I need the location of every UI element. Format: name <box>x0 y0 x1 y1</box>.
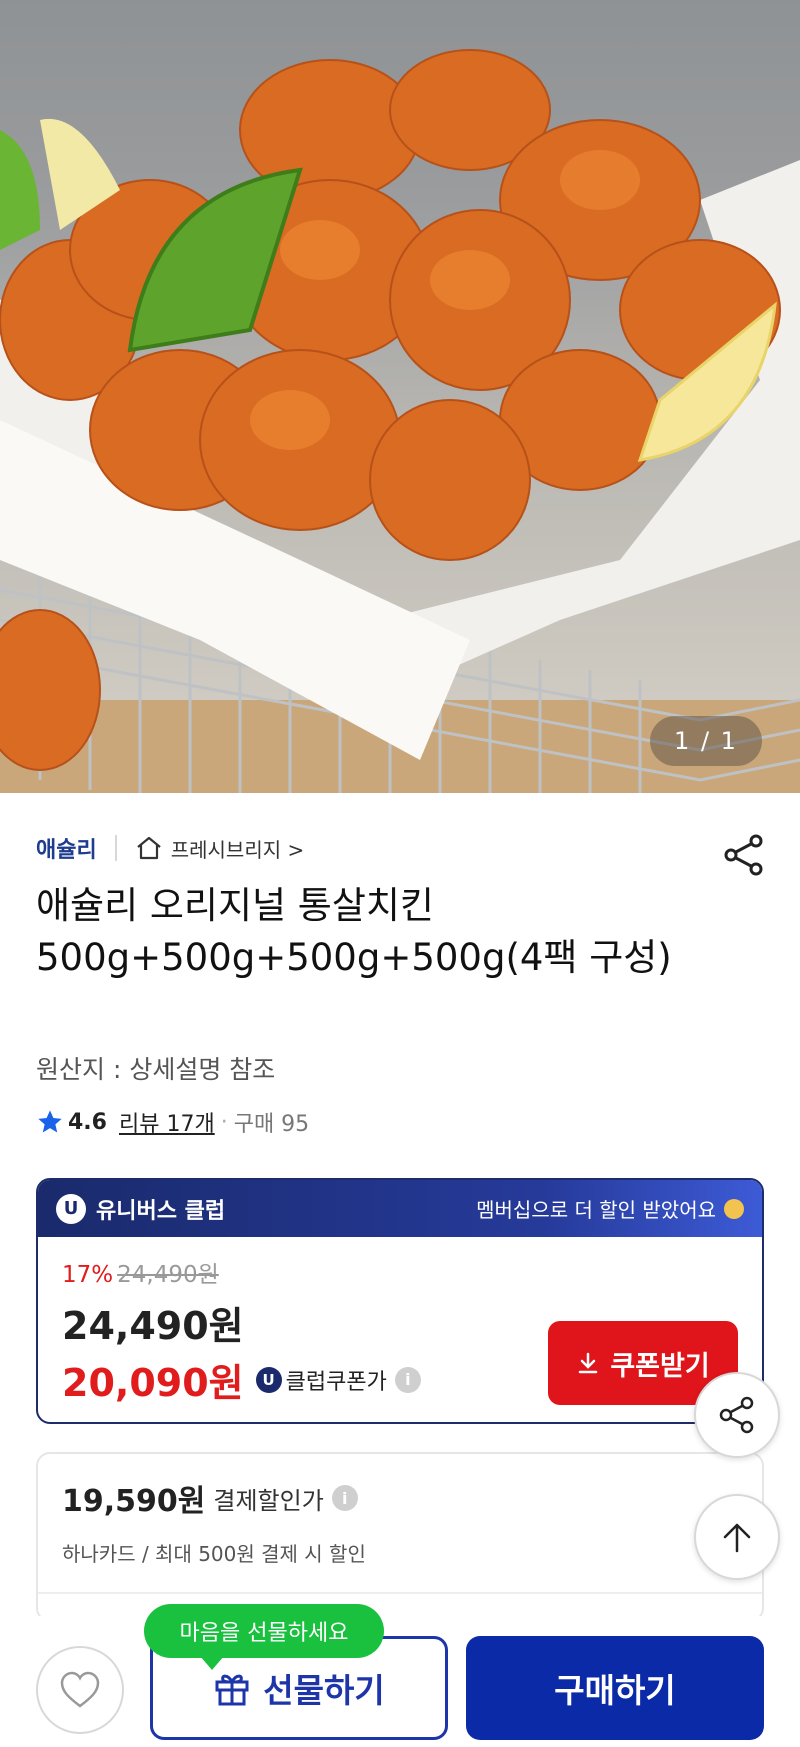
club-price-card: U 유니버스 클럽 멤버십으로 더 할인 받았어요 17% 24,490원 24… <box>36 1178 764 1424</box>
wishlist-button[interactable] <box>36 1646 124 1734</box>
product-image[interactable]: 1 / 1 <box>0 0 800 793</box>
star-icon <box>38 1110 62 1133</box>
review-link[interactable]: 리뷰 17개 <box>119 1106 215 1138</box>
seller-link[interactable]: 애슐리 <box>36 832 97 864</box>
fried-chicken-illustration <box>0 49 800 793</box>
club-badge-small: U <box>255 1366 282 1393</box>
info-icon[interactable]: i <box>394 1366 421 1393</box>
coupon-price: 20,090원 <box>62 1361 244 1405</box>
seller-row: 애슐리 프레시브리지 > <box>36 828 304 868</box>
store-link[interactable]: 프레시브리지 > <box>135 834 305 863</box>
gift-label: 선물하기 <box>263 1671 385 1710</box>
gift-tooltip: 마음을 선물하세요 <box>144 1604 384 1670</box>
get-coupon-label: 쿠폰받기 <box>610 1350 710 1382</box>
payment-label: 결제할인가 <box>213 1486 324 1515</box>
rating-row: 4.6 리뷰 17개 · 구매 95 <box>36 1106 309 1138</box>
home-icon <box>137 836 161 860</box>
info-icon[interactable]: i <box>331 1485 358 1511</box>
original-price: 24,490원 <box>117 1262 219 1288</box>
payment-sub: 하나카드 / 최대 500원 결제 시 할인 <box>62 1542 366 1566</box>
discount-row: 17% 24,490원 <box>62 1255 738 1289</box>
product-title: 애슐리 오리지널 통살치킨 500g+500g+500g+500g(4팩 구성) <box>36 884 672 979</box>
floating-share-button[interactable] <box>694 1372 780 1458</box>
payment-discount-card[interactable]: 19,590원 결제할인가 i 하나카드 / 최대 500원 결제 시 할인 <box>36 1452 764 1622</box>
arrow-up-icon <box>723 1523 751 1553</box>
discount-percent: 17% <box>62 1262 114 1288</box>
separator-dot: · <box>220 1109 228 1135</box>
club-header[interactable]: U 유니버스 클럽 멤버십으로 더 할인 받았어요 <box>38 1180 762 1237</box>
club-promo: 멤버십으로 더 할인 받았어요 <box>476 1194 744 1223</box>
club-promo-text: 멤버십으로 더 할인 받았어요 <box>476 1198 716 1222</box>
buy-button[interactable]: 구매하기 <box>466 1636 764 1740</box>
scroll-top-button[interactable] <box>694 1494 780 1580</box>
payment-price: 19,590원 <box>62 1484 206 1519</box>
club-badge: U <box>56 1193 86 1224</box>
heart-icon <box>60 1671 100 1708</box>
club-name: 유니버스 클럽 <box>96 1198 226 1224</box>
rating-value: 4.6 <box>68 1109 107 1135</box>
coupon-label: 클럽쿠폰가 <box>285 1369 387 1395</box>
gift-icon <box>215 1674 249 1706</box>
store-name: 프레시브리지 > <box>170 837 305 862</box>
club-body: 17% 24,490원 24,490원 20,090원 U 클럽쿠폰가 i 쿠폰… <box>38 1237 762 1422</box>
divider <box>38 1592 762 1594</box>
image-counter: 1 / 1 <box>650 716 762 766</box>
bottom-action-bar: 선물하기 구매하기 <box>0 1616 800 1747</box>
download-icon <box>579 1352 598 1374</box>
origin-info: 원산지 : 상세설명 참조 <box>36 1055 276 1084</box>
share-icon[interactable] <box>722 833 766 877</box>
share-icon <box>719 1396 754 1434</box>
divider <box>114 835 117 861</box>
purchase-count: 구매 95 <box>233 1112 310 1137</box>
clap-icon <box>724 1198 744 1219</box>
payment-row: 19,590원 결제할인가 i <box>62 1476 738 1520</box>
